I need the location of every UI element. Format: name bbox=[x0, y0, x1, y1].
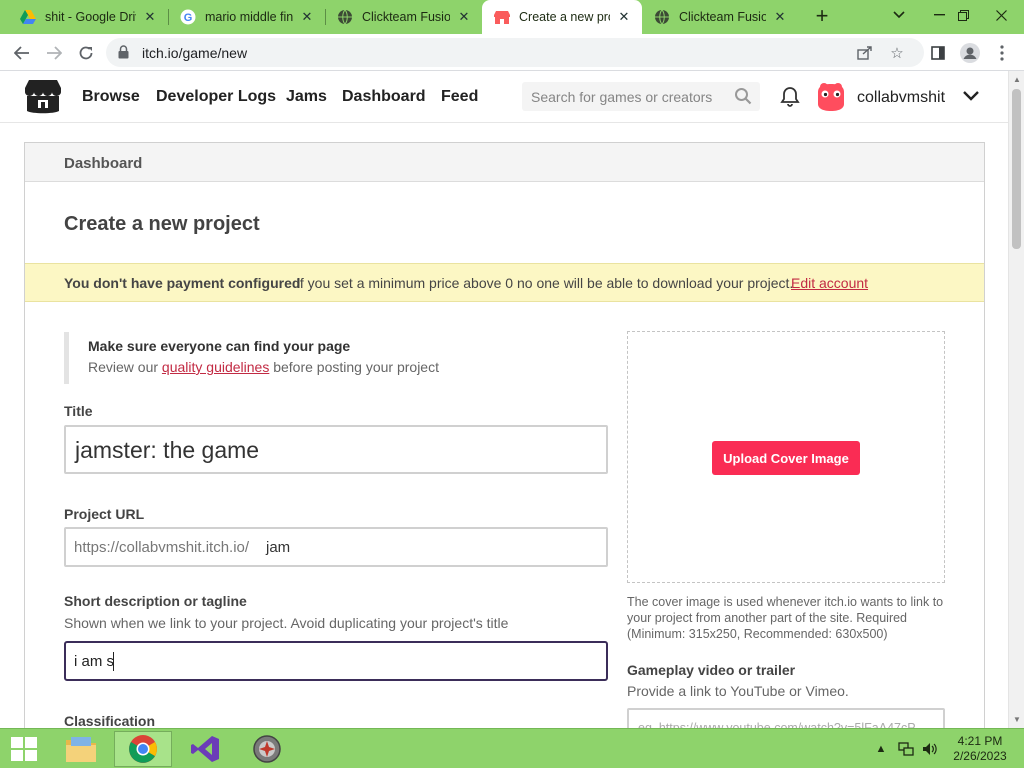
project-url-input[interactable]: https://collabvmshit.itch.io/ jam bbox=[64, 527, 608, 567]
bell-icon[interactable] bbox=[780, 86, 800, 108]
clock-time: 4:21 PM bbox=[957, 734, 1003, 748]
close-icon[interactable]: ✕ bbox=[456, 9, 472, 25]
edit-account-link[interactable]: Edit account bbox=[791, 275, 868, 291]
search-icon[interactable] bbox=[734, 87, 752, 105]
windows-logo-icon bbox=[11, 737, 37, 761]
nav-developer-logs[interactable]: Developer Logs bbox=[156, 88, 276, 106]
nav-jams[interactable]: Jams bbox=[286, 88, 327, 106]
back-button[interactable] bbox=[10, 41, 34, 65]
nav-browse[interactable]: Browse bbox=[82, 88, 140, 106]
taskbar: ▲ 4:21 PM 2/26/2023 bbox=[0, 728, 1024, 768]
title-input[interactable]: jamster: the game bbox=[64, 425, 608, 474]
close-icon[interactable]: ✕ bbox=[772, 9, 788, 25]
profile-icon[interactable] bbox=[958, 41, 982, 65]
classification-label: Classification bbox=[64, 713, 156, 729]
scroll-down-arrow-icon[interactable]: ▼ bbox=[1013, 715, 1021, 724]
tab-clickteam-1[interactable]: Clickteam Fusion ✕ bbox=[325, 0, 482, 34]
scroll-up-arrow-icon[interactable]: ▲ bbox=[1013, 75, 1021, 84]
forward-button[interactable] bbox=[42, 41, 66, 65]
lock-icon[interactable] bbox=[118, 45, 129, 64]
site-header: Browse Developer Logs Jams Dashboard Fee… bbox=[0, 71, 1008, 123]
payment-notice-message: If you set a minimum price above 0 no on… bbox=[296, 275, 794, 291]
cover-image-note: The cover image is used whenever itch.io… bbox=[627, 595, 944, 641]
quality-tip-suffix: before posting your project bbox=[269, 359, 439, 375]
video-label: Gameplay video or trailer bbox=[627, 662, 796, 678]
tagline-label: Short description or tagline bbox=[64, 593, 247, 609]
text-cursor bbox=[113, 652, 114, 671]
new-project-card: Dashboard Create a new project You don't… bbox=[24, 142, 985, 748]
itch-icon bbox=[494, 9, 510, 25]
payment-notice: You don't have payment configured If you… bbox=[25, 263, 984, 302]
page-scrollbar[interactable]: ▲ ▼ bbox=[1008, 71, 1024, 728]
tab-create-new-project[interactable]: Create a new project ✕ bbox=[482, 0, 642, 34]
avatar[interactable] bbox=[815, 82, 847, 112]
tab-google-search[interactable]: G mario middle finger - Google Search ✕ bbox=[168, 0, 325, 34]
kebab-menu-icon[interactable] bbox=[990, 41, 1014, 65]
volume-icon[interactable] bbox=[920, 729, 940, 768]
tagline-input[interactable]: i am s bbox=[64, 641, 608, 681]
itch-logo-icon[interactable] bbox=[24, 79, 62, 115]
project-url-value[interactable]: jam bbox=[266, 539, 290, 556]
close-icon[interactable]: ✕ bbox=[616, 9, 632, 25]
nav-dashboard[interactable]: Dashboard bbox=[342, 88, 426, 106]
tab-clickteam-2[interactable]: Clickteam Fusion ✕ bbox=[642, 0, 798, 34]
quality-tip-text: Review our quality guidelines before pos… bbox=[88, 359, 439, 375]
omnibox[interactable]: itch.io/game/new ☆ bbox=[106, 38, 924, 67]
title-label: Title bbox=[64, 403, 93, 419]
upload-cover-image-button[interactable]: Upload Cover Image bbox=[712, 441, 860, 475]
quality-tip-prefix: Review our bbox=[88, 359, 162, 375]
chevron-down-icon[interactable] bbox=[962, 87, 980, 105]
url-text[interactable]: itch.io/game/new bbox=[142, 45, 247, 61]
project-url-prefix: https://collabvmshit.itch.io/ bbox=[74, 539, 250, 556]
system-clock[interactable]: 4:21 PM 2/26/2023 bbox=[944, 734, 1016, 764]
search-placeholder[interactable]: Search for games or creators bbox=[531, 89, 712, 105]
payment-notice-heading: You don't have payment configured bbox=[64, 275, 301, 291]
title-input-value[interactable]: jamster: the game bbox=[75, 437, 259, 464]
quality-tip-heading: Make sure everyone can find your page bbox=[88, 338, 351, 354]
globe-icon bbox=[337, 9, 353, 25]
username[interactable]: collabvmshit bbox=[857, 89, 945, 107]
address-bar: itch.io/game/new ☆ bbox=[0, 34, 1024, 71]
start-button[interactable] bbox=[0, 731, 48, 767]
close-icon[interactable]: ✕ bbox=[142, 9, 158, 25]
tagline-input-value[interactable]: i am s bbox=[74, 653, 114, 670]
site-search[interactable]: Search for games or creators bbox=[522, 82, 760, 111]
network-icon[interactable] bbox=[896, 729, 916, 768]
quality-tip: Make sure everyone can find your page Re… bbox=[64, 332, 609, 384]
tab-google-drive[interactable]: shit - Google Drive ✕ bbox=[8, 0, 168, 34]
close-icon[interactable]: ✕ bbox=[299, 9, 315, 25]
visual-studio-icon[interactable] bbox=[176, 731, 234, 767]
new-tab-button[interactable]: + bbox=[810, 5, 834, 29]
svg-text:G: G bbox=[184, 12, 193, 24]
globe-icon bbox=[654, 9, 670, 25]
breadcrumb-dashboard[interactable]: Dashboard bbox=[64, 155, 142, 172]
breadcrumb: Dashboard bbox=[25, 143, 984, 182]
tray-chevron-up-icon[interactable]: ▲ bbox=[872, 729, 890, 768]
scrollbar-thumb[interactable] bbox=[1012, 89, 1021, 249]
reload-button[interactable] bbox=[74, 41, 98, 65]
video-hint: Provide a link to YouTube or Vimeo. bbox=[627, 683, 849, 699]
page-title: Create a new project bbox=[64, 213, 260, 235]
google-icon: G bbox=[180, 9, 196, 25]
cover-image-dropzone[interactable]: Upload Cover Image bbox=[627, 331, 945, 583]
close-window-button[interactable] bbox=[978, 0, 1024, 30]
file-explorer-icon[interactable] bbox=[52, 731, 110, 767]
quality-guidelines-link[interactable]: quality guidelines bbox=[162, 359, 269, 375]
clock-date: 2/26/2023 bbox=[953, 749, 1007, 763]
browser-tab-bar: shit - Google Drive ✕ G mario middle fin… bbox=[0, 0, 1024, 34]
share-icon[interactable] bbox=[856, 44, 874, 62]
side-panel-icon[interactable] bbox=[926, 41, 950, 65]
clickteam-fusion-icon[interactable] bbox=[238, 731, 296, 767]
project-url-label: Project URL bbox=[64, 506, 145, 522]
bookmark-star-icon[interactable]: ☆ bbox=[888, 44, 906, 62]
tagline-hint: Shown when we link to your project. Avoi… bbox=[64, 615, 509, 631]
chrome-taskbar-icon[interactable] bbox=[114, 731, 172, 767]
nav-feed[interactable]: Feed bbox=[441, 88, 478, 106]
google-drive-icon bbox=[20, 9, 36, 25]
